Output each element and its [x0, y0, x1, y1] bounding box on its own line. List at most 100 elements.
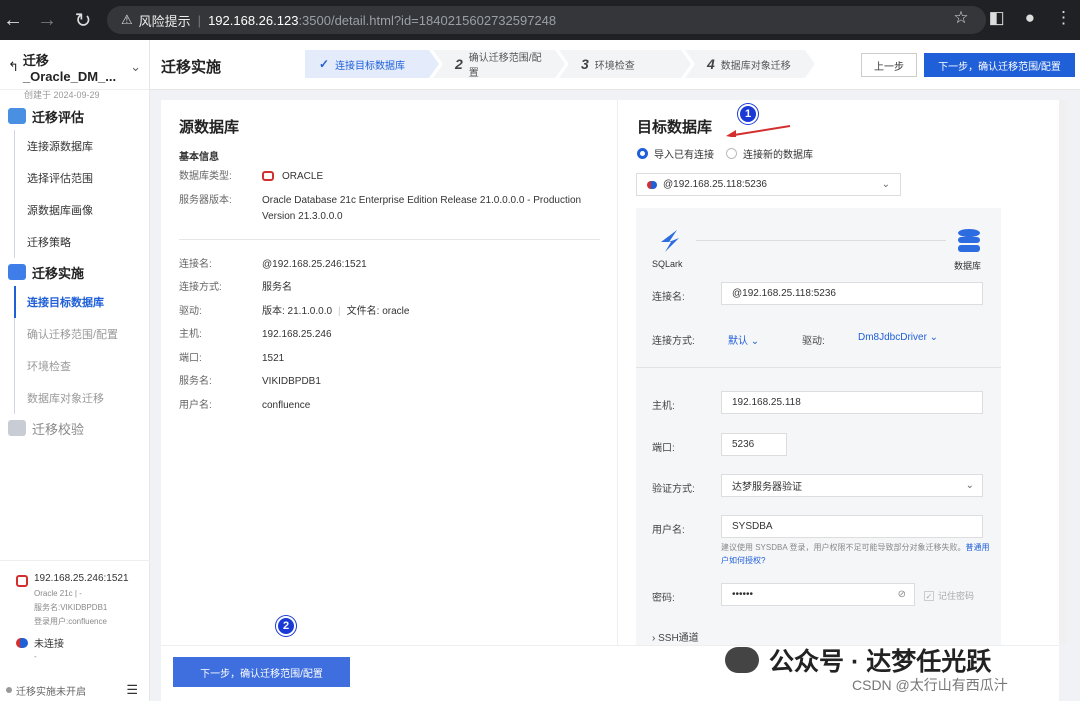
source-db-panel: 源数据库 基本信息 数据库类型: ORACLE 服务器版本: Oracle Da… [161, 100, 618, 645]
verification-icon [8, 420, 26, 436]
database-label: 数据库 [954, 261, 982, 271]
row-conn-method: 连接方式: 服务名 [179, 282, 292, 293]
sidebar: ↰ 迁移_Oracle_DM_... ⌄ 创建于 2024-09-29 迁移评估… [0, 40, 150, 701]
basic-info-heading: 基本信息 [179, 152, 219, 163]
dameng-icon [16, 637, 28, 648]
star-icon[interactable]: ☆ [953, 8, 968, 28]
security-warning-label: 风险提示 [138, 13, 191, 29]
forward-arrow-icon[interactable]: → [36, 9, 58, 31]
next-button-top[interactable]: 下一步，确认迁移范围/配置 [924, 53, 1075, 77]
radio-existing[interactable] [637, 148, 648, 159]
row-user: 用户名: confluence [179, 400, 311, 411]
username-input[interactable]: SYSDBA [721, 515, 983, 538]
divider [179, 239, 600, 240]
annotation-badge-1: 1 [738, 104, 758, 124]
annotation-badge-2: 2 [276, 616, 296, 636]
warning-icon: ⚠ [121, 12, 133, 27]
sidepanel-icon[interactable]: ◧ [989, 8, 1005, 28]
row-conn-name: 连接名: @192.168.25.246:1521 [179, 259, 367, 270]
status-dot-icon [6, 687, 12, 693]
back-icon[interactable]: ↰ [8, 59, 19, 75]
sqlark-logo-icon [661, 230, 679, 252]
sidebar-item-env-check[interactable]: 环境检查 [15, 350, 149, 382]
chevron-down-icon[interactable]: ⌄ [130, 59, 141, 75]
sidebar-item-confirm-scope[interactable]: 确认迁移范围/配置 [15, 318, 149, 350]
wechat-icon [725, 647, 759, 673]
password-input[interactable]: •••••• ⊘ [721, 583, 915, 606]
check-icon: ✓ [319, 57, 330, 71]
oracle-icon [262, 171, 274, 182]
prev-button[interactable]: 上一步 [861, 53, 917, 77]
target-title: 目标数据库 [637, 119, 713, 136]
row-port: 端口: 1521 [179, 353, 285, 364]
footer-status: 迁移实施未开启 [16, 686, 86, 698]
assessment-icon [8, 108, 26, 124]
conn-name-input[interactable]: @192.168.25.118:5236 [721, 282, 983, 305]
conn-method-dropdown[interactable]: 默认 ⌄ [728, 332, 759, 347]
sidebar-footer: 迁移实施未开启 ☰ [0, 679, 150, 701]
collapse-menu-icon[interactable]: ☰ [126, 682, 138, 698]
browser-toolbar: ← → ↻ ⚠ 风险提示 | 192.168.26.123:3500/detai… [0, 0, 1080, 40]
version-row: 服务器版本: Oracle Database 21c Enterprise Ed… [179, 195, 582, 222]
step-2[interactable]: 2 确认迁移范围/配置 [433, 50, 565, 78]
sqlark-label: SQLark [652, 259, 683, 269]
connection-select[interactable]: @192.168.25.118:5236 ⌄ [636, 173, 901, 196]
implementation-icon [8, 264, 26, 280]
project-title: 迁移_Oracle_DM_... [22, 53, 117, 84]
more-menu-icon[interactable]: ⋮ [1055, 8, 1072, 28]
sidebar-item-strategy[interactable]: 迁移策略 [15, 226, 149, 258]
url-host: 192.168.26.123 [208, 12, 299, 28]
step-3[interactable]: 3 环境检查 [559, 50, 691, 78]
row-host: 主机: 192.168.25.246 [179, 329, 332, 340]
host-input[interactable]: 192.168.25.118 [721, 391, 983, 414]
target-conn-meta: - [34, 652, 37, 661]
auth-select[interactable]: 达梦服务器验证 ⌄ [721, 474, 983, 497]
back-arrow-icon[interactable]: ← [2, 9, 24, 31]
eye-off-icon[interactable]: ⊘ [898, 589, 906, 600]
database-icon [958, 229, 980, 252]
watermark-csdn: CSDN @太行山有西瓜汁 [852, 677, 1008, 693]
page-header: 迁移实施 ✓ 连接目标数据库 2 确认迁移范围/配置 3 环境检查 4 数据库对… [150, 40, 1080, 90]
row-service: 服务名: VIKIDBPDB1 [179, 376, 321, 387]
username-hint: 建议使用 SYSDBA 登录，用户权限不足可能导致部分对象迁移失败。普通用户如何… [721, 543, 990, 565]
sidebar-header: ↰ 迁移_Oracle_DM_... ⌄ 创建于 2024-09-29 [0, 40, 149, 100]
section-assessment[interactable]: 迁移评估 [0, 102, 149, 130]
remember-password-checkbox[interactable]: ✓ 记住密码 [924, 589, 974, 602]
ssh-tunnel-toggle[interactable]: › SSH通道 [652, 629, 699, 644]
dameng-icon [647, 180, 657, 189]
radio-new[interactable] [726, 148, 737, 159]
next-button[interactable]: 下一步，确认迁移范围/配置 [173, 657, 350, 687]
sidebar-item-scope[interactable]: 选择评估范围 [15, 162, 149, 194]
sidebar-item-connect-target[interactable]: 连接目标数据库 [14, 286, 149, 318]
scrollbar[interactable] [1059, 100, 1067, 645]
row-driver: 驱动: 版本: 21.1.0.0.0 | 文件名: oracle [179, 306, 410, 317]
step-bar: ✓ 连接目标数据库 2 确认迁移范围/配置 3 环境检查 4 数据库对象迁移 [305, 50, 809, 78]
url-path: :3500/detail.html?id=1840215602732597248 [298, 12, 557, 28]
profile-icon[interactable]: ● [1025, 8, 1035, 28]
port-input[interactable]: 5236 [721, 433, 787, 456]
section-verification[interactable]: 迁移校验 [0, 414, 149, 442]
oracle-icon [16, 575, 28, 587]
sidebar-item-profile[interactable]: 源数据库画像 [15, 194, 149, 226]
reload-icon[interactable]: ↻ [72, 9, 94, 32]
sidebar-item-connect-source[interactable]: 连接源数据库 [15, 130, 149, 162]
db-type-row: 数据库类型: ORACLE [179, 171, 324, 182]
target-db-panel: 目标数据库 导入已有连接 连接新的数据库 @192.168.25.118:523… [619, 100, 1059, 645]
sidebar-item-object-migration[interactable]: 数据库对象迁移 [15, 382, 149, 414]
connection-summary: 192.168.25.246:1521 Oracle 21c | - 服务名:V… [0, 560, 150, 664]
conn-mode-radios: 导入已有连接 连接新的数据库 [637, 146, 813, 161]
chevron-down-icon: ⌄ [881, 179, 890, 190]
source-title: 源数据库 [179, 119, 240, 136]
step-4[interactable]: 4 数据库对象迁移 [685, 50, 815, 78]
driver-dropdown[interactable]: Dm8JdbcDriver ⌄ [858, 332, 938, 343]
step-1[interactable]: ✓ 连接目标数据库 [305, 50, 439, 78]
chevron-down-icon: ⌄ [965, 480, 974, 491]
target-conn-card: SQLark 数据库 连接名: @192.168.25.118:5236 连接方… [636, 208, 1001, 645]
page-title: 迁移实施 [161, 59, 222, 76]
main-panel: 源数据库 基本信息 数据库类型: ORACLE 服务器版本: Oracle Da… [161, 100, 1059, 701]
address-bar[interactable]: ⚠ 风险提示 | 192.168.26.123:3500/detail.html… [107, 6, 986, 34]
section-implementation[interactable]: 迁移实施 [0, 258, 149, 286]
source-conn-meta: Oracle 21c | - 服务名:VIKIDBPDB1 登录用户:confl… [34, 589, 108, 626]
target-conn-status: 未连接 [34, 639, 64, 650]
source-conn-host: 192.168.25.246:1521 [34, 573, 129, 584]
